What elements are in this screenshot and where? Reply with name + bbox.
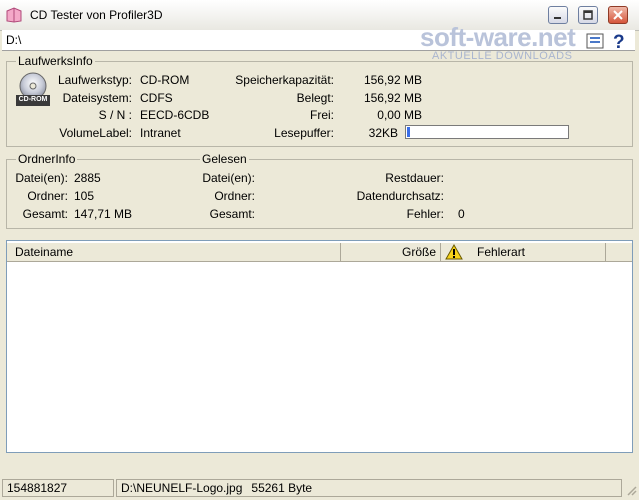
column-filename-label: Dateiname xyxy=(15,245,74,259)
maximize-button[interactable] xyxy=(578,6,598,24)
errors-label: Fehler: xyxy=(406,207,444,221)
read-info-legend: Gelesen xyxy=(200,152,249,166)
close-button[interactable] xyxy=(608,6,628,24)
buffer-progress-fill xyxy=(407,127,411,137)
free-label: Frei: xyxy=(310,108,334,122)
filesystem-value: CDFS xyxy=(140,91,173,105)
drive-info-legend: LaufwerksInfo xyxy=(16,54,95,68)
read-total-label: Gesamt: xyxy=(209,207,255,221)
serial-label: S / N : xyxy=(98,108,132,122)
svg-text:?: ? xyxy=(613,32,625,51)
capacity-value: 156,92 MB xyxy=(363,73,422,87)
read-folders-label: Ordner: xyxy=(214,189,255,203)
volume-label-value: Intranet xyxy=(140,126,181,140)
help-icon[interactable]: ? xyxy=(610,31,628,51)
free-value: 0,00 MB xyxy=(377,108,422,122)
folder-total-label: Gesamt: xyxy=(22,207,68,221)
watermark: soft-ware.net xyxy=(420,22,576,52)
warning-icon xyxy=(445,244,463,260)
column-size-label: Größe xyxy=(401,245,436,259)
column-header-size[interactable]: Größe xyxy=(341,243,441,261)
window-title: CD Tester von Profiler3D xyxy=(30,8,163,22)
folder-info-legend: OrdnerInfo xyxy=(16,152,78,166)
info-icon[interactable] xyxy=(586,33,604,49)
throughput-label: Datendurchsatz: xyxy=(356,189,444,203)
drive-type-label: Laufwerkstyp: xyxy=(57,73,132,87)
read-files-label: Datei(en): xyxy=(202,171,255,185)
errors-value: 0 xyxy=(458,207,465,221)
column-error-label: Fehlerart xyxy=(477,245,526,259)
app-icon xyxy=(6,7,22,23)
remaining-time-label: Restdauer: xyxy=(385,171,444,185)
column-header-error[interactable]: Fehlerart xyxy=(441,243,606,261)
serial-value: EECD-6CDB xyxy=(140,108,210,122)
volume-label-label: VolumeLabel: xyxy=(59,126,132,140)
folder-folders-label: Ordner: xyxy=(27,189,68,203)
status-file-size: 55261 Byte xyxy=(251,481,313,495)
maximize-icon xyxy=(583,10,593,20)
capacity-label: Speicherkapazität: xyxy=(235,73,334,87)
buffer-value: 32KB xyxy=(368,126,398,140)
file-list[interactable]: Dateiname Größe Fehlerart xyxy=(6,240,633,453)
file-list-header: Dateiname Größe Fehlerart xyxy=(7,243,632,262)
buffer-label: Lesepuffer: xyxy=(274,126,334,140)
minimize-icon xyxy=(554,17,561,19)
status-bar: 154881827 D:\NEUNELF-Logo.jpg 55261 Byte xyxy=(0,476,639,500)
close-icon xyxy=(613,10,623,20)
folder-folders-value: 105 xyxy=(74,189,95,203)
resize-grip-icon[interactable] xyxy=(625,484,637,496)
drive-type-value: CD-ROM xyxy=(140,73,190,87)
folder-files-label: Datei(en): xyxy=(15,171,68,185)
status-file-path: D:\NEUNELF-Logo.jpg xyxy=(121,481,243,495)
status-counter: 154881827 xyxy=(2,479,114,497)
column-header-filename[interactable]: Dateiname xyxy=(7,243,341,261)
status-current-file: D:\NEUNELF-Logo.jpg 55261 Byte xyxy=(116,479,622,497)
buffer-progress-bar xyxy=(405,125,569,139)
folder-total-value: 147,71 MB xyxy=(74,207,133,221)
filesystem-label: Dateisystem: xyxy=(62,91,132,105)
current-path: D:\ xyxy=(6,33,22,47)
folder-files-value: 2885 xyxy=(74,171,101,185)
used-label: Belegt: xyxy=(296,91,334,105)
used-value: 156,92 MB xyxy=(363,91,422,105)
